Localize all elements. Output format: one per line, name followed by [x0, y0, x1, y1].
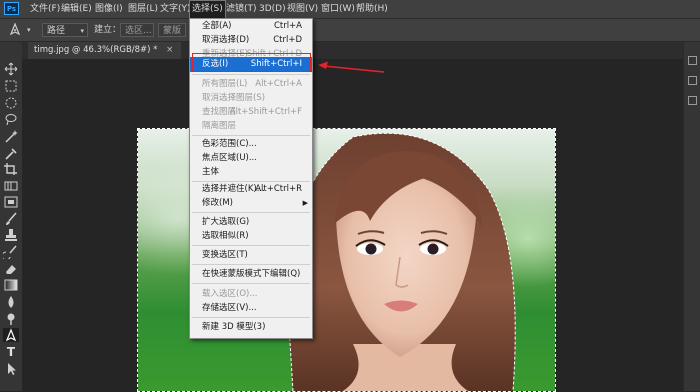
move-icon[interactable] — [3, 62, 19, 76]
menu-item-transform-selection[interactable]: 变换选区(T) — [190, 248, 312, 263]
marquee-icon[interactable] — [3, 79, 19, 93]
panel-icon[interactable] — [688, 56, 697, 65]
blur-icon[interactable] — [3, 295, 19, 309]
menu-select[interactable]: 选择(S) — [189, 0, 226, 19]
close-icon[interactable]: × — [166, 45, 173, 55]
menu-help[interactable]: 帮助(H) — [356, 0, 388, 18]
options-bar: ▾ 路径 ▾ 建立： 选区... 蒙版 — [0, 19, 700, 42]
magic-wand-icon[interactable] — [3, 129, 19, 143]
eyedropper-icon[interactable] — [3, 146, 19, 160]
menu-item-isolate-layers: 隔离图层 — [202, 121, 237, 131]
menu-item-select-and-mask[interactable]: 选择并遮住(K)... Alt+Ctrl+R — [190, 182, 312, 197]
annotation-highlight-box — [192, 53, 311, 72]
menu-separator — [192, 74, 310, 75]
menu-item-subject[interactable]: 主体 — [190, 165, 312, 180]
menu-view[interactable]: 视图(V) — [287, 0, 318, 18]
menu-item-new-3d-model[interactable]: 新建 3D 模型(3) — [190, 320, 312, 335]
tool-preset-chevron-icon[interactable]: ▾ — [27, 23, 31, 37]
menu-separator — [192, 317, 310, 318]
type-icon[interactable]: T — [3, 345, 19, 359]
menu-type[interactable]: 文字(Y) — [160, 0, 191, 18]
menu-item-similar[interactable]: 选取相似(R) — [190, 229, 312, 244]
menu-item-grow[interactable]: 扩大选取(G) — [190, 215, 312, 230]
menu-separator — [192, 283, 310, 284]
photoshop-logo: Ps — [4, 2, 19, 15]
path-select-icon[interactable] — [3, 362, 19, 376]
pen-tool-icon[interactable] — [8, 22, 22, 37]
crop-icon[interactable] — [3, 162, 19, 176]
menu-file[interactable]: 文件(F) — [30, 0, 60, 18]
document-tab-bar: timg.jpg @ 46.3%(RGB/8#) * × — [22, 42, 700, 59]
panel-icon[interactable] — [688, 96, 697, 105]
brush-icon[interactable] — [3, 212, 19, 226]
tools-panel: T — [0, 42, 23, 391]
menu-3d[interactable]: 3D(D) — [259, 0, 286, 18]
dodge-icon[interactable] — [3, 312, 19, 326]
document-tab-title: timg.jpg @ 46.3%(RGB/8#) * — [34, 45, 158, 55]
annotation-arrow-icon — [318, 61, 385, 73]
make-selection-button[interactable]: 选区... — [120, 23, 154, 37]
menu-separator — [192, 212, 310, 213]
menu-item-quick-mask[interactable]: 在快速蒙版模式下编辑(Q) — [190, 267, 312, 282]
stamp-icon[interactable] — [3, 228, 19, 242]
menu-item-focus-area[interactable]: 焦点区域(U)... — [190, 151, 312, 166]
menu-item-color-range[interactable]: 色彩范围(C)... — [190, 137, 312, 152]
document-tab[interactable]: timg.jpg @ 46.3%(RGB/8#) * × — [28, 42, 182, 59]
menu-window[interactable]: 窗口(W) — [321, 0, 355, 18]
menu-item-deselect[interactable]: 取消选择(D) Ctrl+D — [190, 33, 312, 48]
slice-icon[interactable] — [3, 179, 19, 193]
menu-separator — [192, 135, 310, 136]
right-panel-strip — [683, 42, 700, 391]
menu-item-deselect-layers: 取消选择图层(S) — [202, 93, 266, 103]
pen-icon[interactable] — [3, 328, 19, 342]
build-label: 建立： — [94, 25, 122, 35]
menu-item-save-selection[interactable]: 存储选区(V)... — [190, 301, 312, 316]
menu-edit[interactable]: 编辑(E) — [61, 0, 92, 18]
menu-filter[interactable]: 滤镜(T) — [226, 0, 257, 18]
menu-image[interactable]: 图像(I) — [95, 0, 123, 18]
lasso-icon[interactable] — [3, 112, 19, 126]
menu-layer[interactable]: 图层(L) — [128, 0, 158, 18]
menu-item-select-all[interactable]: 全部(A) Ctrl+A — [190, 19, 312, 34]
ellipse-marquee-icon[interactable] — [3, 96, 19, 110]
make-mask-button[interactable]: 蒙版 — [158, 23, 186, 37]
eraser-icon[interactable] — [3, 262, 19, 276]
menu-item-modify[interactable]: 修改(M) ▶ — [190, 196, 312, 211]
submenu-arrow-icon: ▶ — [302, 199, 308, 207]
path-mode-value: 路径 — [47, 26, 66, 36]
menu-item-all-layers: 所有图层(L) Alt+Ctrl+A — [202, 79, 302, 89]
path-mode-select[interactable]: 路径 ▾ — [42, 23, 88, 37]
menu-item-load-selection: 载入选区(O)... — [202, 289, 258, 299]
menu-bar: Ps 文件(F) 编辑(E) 图像(I) 图层(L) 文字(Y) 选择(S) 滤… — [0, 0, 700, 19]
menu-separator — [192, 264, 310, 265]
menu-item-find-layers: 查找图层 Alt+Shift+Ctrl+F — [202, 107, 302, 117]
frame-icon[interactable] — [3, 195, 19, 209]
gradient-icon[interactable] — [3, 278, 19, 292]
menu-separator — [192, 245, 310, 246]
panel-icon[interactable] — [688, 76, 697, 85]
history-brush-icon[interactable] — [1, 245, 19, 261]
